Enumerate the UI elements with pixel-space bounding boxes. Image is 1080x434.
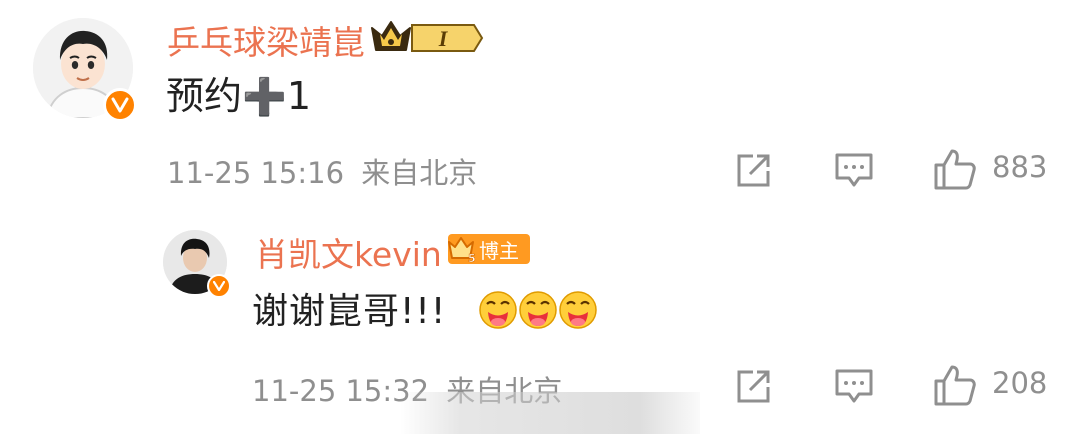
comment-icon[interactable] xyxy=(834,152,874,190)
comment-text-main: 预约 xyxy=(166,74,243,118)
verified-badge-icon xyxy=(207,274,231,298)
thumbs-up-icon[interactable] xyxy=(933,363,977,407)
comment-text: 预约➕1 xyxy=(166,72,311,122)
plus-emoji-icon: ➕ xyxy=(242,77,287,118)
emoji-tongue-icon xyxy=(479,291,597,329)
reply-text-main: 谢谢崑哥!!! xyxy=(252,291,447,332)
host-crown-icon: 5 xyxy=(448,237,476,264)
reply-username[interactable]: 肖凯文kevin xyxy=(255,228,442,276)
share-icon[interactable] xyxy=(733,367,773,407)
reply-text: 谢谢崑哥!!! xyxy=(252,290,446,334)
comment-username[interactable]: 乒乓球梁靖崑 xyxy=(167,16,365,64)
verified-badge-icon xyxy=(103,88,137,122)
comment-icon[interactable] xyxy=(834,368,874,406)
comment-timestamp: 11-25 15:16 xyxy=(167,156,345,190)
host-badge-label: 博主 xyxy=(479,238,519,263)
thumbs-up-icon[interactable] xyxy=(933,147,977,191)
crown-level-badge: I xyxy=(368,16,486,56)
crown-icon: I xyxy=(371,21,484,52)
reply-avatar-wrap[interactable] xyxy=(163,230,231,298)
comment-like-count[interactable]: 883 xyxy=(992,150,1047,184)
watermark-overlay xyxy=(400,392,700,434)
share-icon[interactable] xyxy=(733,151,773,191)
comment-meta: 11-25 15:16 来自北京 xyxy=(167,150,477,192)
comment-text-suffix: 1 xyxy=(286,74,312,118)
host-level-text: 5 xyxy=(468,252,476,264)
host-badge: 5 博主 xyxy=(448,234,530,264)
comment-location: 来自北京 xyxy=(361,156,478,190)
level-text: I xyxy=(438,26,449,51)
reply-like-count[interactable]: 208 xyxy=(992,366,1047,400)
comment-avatar-wrap[interactable] xyxy=(33,18,137,122)
